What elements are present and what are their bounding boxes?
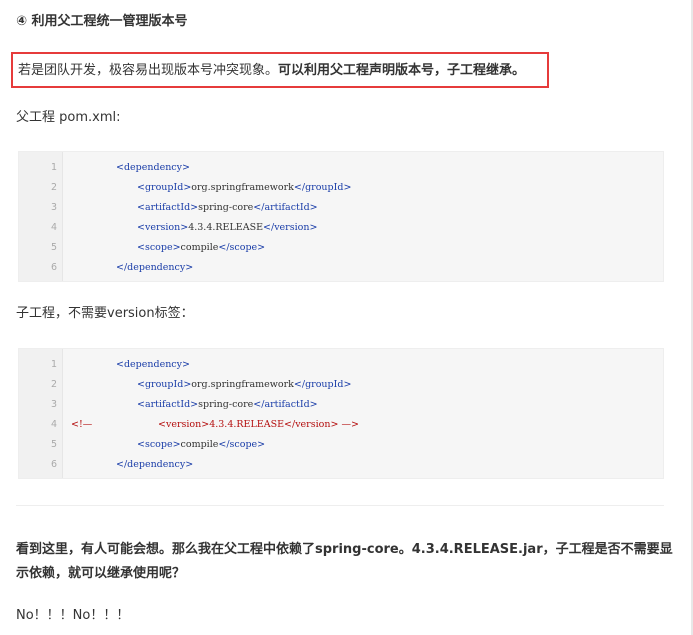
xml-tag: <scope> <box>137 439 181 450</box>
code-line: 1 <dependency> <box>19 355 663 375</box>
line-number: 4 <box>50 419 57 430</box>
line-number: 4 <box>50 222 57 233</box>
child-code-block: 1 <dependency> 2 <groupId>org.springframewo… <box>18 348 664 479</box>
xml-text: compile <box>180 439 219 450</box>
xml-text: org.springframework <box>191 379 294 390</box>
xml-tag: <dependency> <box>116 359 190 370</box>
line-number: 1 <box>50 162 57 173</box>
commented-code: <version>4.3.4.RELEASE</version> —> <box>158 419 359 430</box>
xml-tag: <artifactId> <box>137 202 199 213</box>
code-line: 3 <artifactId>spring-core</artifactId> <box>19 198 663 218</box>
highlight-text: 若是团队开发，极容易出现版本号冲突现象。可以利用父工程声明版本号，子工程继承。 <box>18 61 525 81</box>
code-line: 2 <groupId>org.springframework</groupId> <box>19 178 663 198</box>
parent-code-block: 1 <dependency> 2 <groupId>org.springframewo… <box>18 151 664 282</box>
line-number: 3 <box>50 202 57 213</box>
xml-tag: </dependency> <box>116 262 194 273</box>
code-line: 2 <groupId>org.springframework</groupId> <box>19 375 663 395</box>
xml-tag: </version> <box>263 222 318 233</box>
xml-tag: <dependency> <box>116 162 190 173</box>
line-number: 2 <box>50 379 57 390</box>
child-label: 子工程，不需要version标签： <box>16 306 194 321</box>
code-line: 4 <!— <version>4.3.4.RELEASE</version> —> <box>19 415 663 435</box>
xml-tag: </artifactId> <box>253 202 318 213</box>
code-line: 4 <version>4.3.4.RELEASE</version> <box>19 218 663 238</box>
highlight-normal-text: 若是团队开发，极容易出现版本号冲突现象。 <box>18 63 279 78</box>
xml-text: compile <box>180 242 219 253</box>
xml-tag: <scope> <box>137 242 181 253</box>
code-line: 3 <artifactId>spring-core</artifactId> <box>19 395 663 415</box>
code-content: </dependency> <box>116 455 193 475</box>
code-line: 5 <scope>compile</scope> <box>19 435 663 455</box>
code-content: <artifactId>spring-core</artifactId> <box>137 395 318 415</box>
code-line: 1 <dependency> <box>19 158 663 178</box>
code-content: <dependency> <box>116 355 190 375</box>
xml-tag: <groupId> <box>137 182 192 193</box>
code-content: </dependency> <box>116 258 193 278</box>
parent-pom-label: 父工程 pom.xml: <box>16 110 121 125</box>
code-content: <version>4.3.4.RELEASE</version> <box>137 218 317 238</box>
section-heading: ④ 利用父工程统一管理版本号 <box>16 14 188 29</box>
xml-tag: <groupId> <box>137 379 192 390</box>
article-page: ④ 利用父工程统一管理版本号 若是团队开发，极容易出现版本号冲突现象。可以利用父… <box>0 0 693 635</box>
highlight-bold-text: 可以利用父工程声明版本号，子工程继承。 <box>278 63 526 78</box>
xml-tag: </scope> <box>218 439 266 450</box>
xml-text: 4.3.4.RELEASE <box>188 222 264 233</box>
comment-start: <!— <box>71 419 93 430</box>
line-number: 5 <box>50 439 57 450</box>
xml-tag: </artifactId> <box>253 399 318 410</box>
xml-tag: <artifactId> <box>137 399 199 410</box>
code-line: 6 </dependency> <box>19 455 663 475</box>
xml-tag: <version> <box>137 222 189 233</box>
xml-text: spring-core <box>198 399 254 410</box>
xml-tag: </groupId> <box>293 379 352 390</box>
line-number: 6 <box>50 262 57 273</box>
code-line: 6 </dependency> <box>19 258 663 278</box>
code-content: <groupId>org.springframework</groupId> <box>137 375 351 395</box>
answer-text: No！！！No！！！ <box>16 608 130 623</box>
code-content: <version>4.3.4.RELEASE</version> —> <box>158 415 359 435</box>
code-content: <scope>compile</scope> <box>137 435 265 455</box>
question-paragraph: 看到这里，有人可能会想。那么我在父工程中依赖了spring-core。4.3.4… <box>16 542 673 581</box>
xml-tag: </scope> <box>218 242 266 253</box>
line-number: 1 <box>50 359 57 370</box>
code-line: 5 <scope>compile</scope> <box>19 238 663 258</box>
line-number: 3 <box>50 399 57 410</box>
code-content: <groupId>org.springframework</groupId> <box>137 178 351 198</box>
xml-tag: </dependency> <box>116 459 194 470</box>
section-divider <box>16 505 664 506</box>
line-number: 2 <box>50 182 57 193</box>
code-content: <scope>compile</scope> <box>137 238 265 258</box>
line-number: 5 <box>50 242 57 253</box>
xml-text: spring-core <box>198 202 254 213</box>
xml-tag: </groupId> <box>293 182 352 193</box>
code-content: <artifactId>spring-core</artifactId> <box>137 198 318 218</box>
code-content: <dependency> <box>116 158 190 178</box>
line-number: 6 <box>50 459 57 470</box>
xml-text: org.springframework <box>191 182 294 193</box>
